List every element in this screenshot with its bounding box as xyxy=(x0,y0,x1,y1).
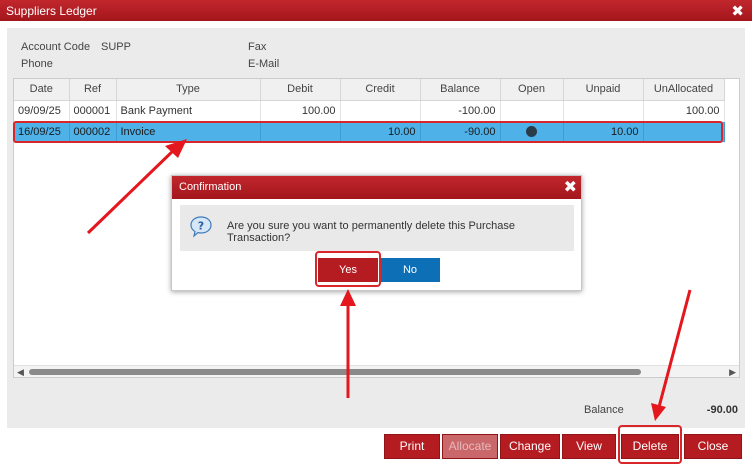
cell-ref: 000001 xyxy=(69,100,117,122)
column-header-date[interactable]: Date xyxy=(14,79,70,101)
table-row-selected[interactable]: 16/09/25 000002 Invoice 10.00 -90.00 10.… xyxy=(14,121,725,143)
cell-unpaid: 10.00 xyxy=(563,121,644,143)
cell-credit xyxy=(340,100,421,122)
column-header-unpaid[interactable]: Unpaid xyxy=(563,79,644,101)
close-button[interactable]: Close xyxy=(684,434,742,459)
cell-open xyxy=(500,121,564,143)
table-header-row: Date Ref Type Debit Credit Balance Open … xyxy=(14,79,725,101)
dialog-title: Confirmation xyxy=(179,181,242,193)
close-icon[interactable]: ✖ xyxy=(731,2,744,20)
yes-button[interactable]: Yes xyxy=(318,258,378,282)
window-title: Suppliers Ledger xyxy=(6,4,97,18)
dialog-message: Are you sure you want to permanently del… xyxy=(227,220,515,244)
delete-button[interactable]: Delete xyxy=(621,434,679,459)
cell-unallocated: 100.00 xyxy=(643,100,725,122)
cell-credit: 10.00 xyxy=(340,121,421,143)
no-button[interactable]: No xyxy=(380,258,440,282)
column-header-unallocated[interactable]: UnAllocated xyxy=(643,79,725,101)
email-label: E-Mail xyxy=(248,58,280,70)
table-row[interactable]: 09/09/25 000001 Bank Payment 100.00 -100… xyxy=(14,100,725,122)
dialog-header: Confirmation ✖ xyxy=(172,176,581,199)
cell-date: 09/09/25 xyxy=(14,100,70,122)
horizontal-scrollbar[interactable]: ◀ ▶ xyxy=(14,365,739,377)
print-button[interactable]: Print xyxy=(384,434,440,459)
account-code-value: SUPP xyxy=(101,41,131,53)
cell-open xyxy=(500,100,564,122)
column-header-debit[interactable]: Debit xyxy=(260,79,341,101)
column-header-credit[interactable]: Credit xyxy=(340,79,421,101)
cell-debit: 100.00 xyxy=(260,100,341,122)
cell-unallocated xyxy=(643,121,725,143)
balance-label: Balance xyxy=(584,404,624,416)
view-button[interactable]: View xyxy=(562,434,616,459)
dialog-close-icon[interactable]: ✖ xyxy=(564,177,577,197)
window-titlebar: Suppliers Ledger ✖ xyxy=(0,0,752,21)
account-code-label: Account Code xyxy=(21,41,91,53)
column-header-ref[interactable]: Ref xyxy=(69,79,117,101)
open-indicator-icon xyxy=(526,126,537,138)
cell-balance: -90.00 xyxy=(420,121,501,143)
column-header-type[interactable]: Type xyxy=(116,79,261,101)
cell-debit xyxy=(260,121,341,143)
balance-value: -90.00 xyxy=(706,404,738,416)
cell-balance: -100.00 xyxy=(420,100,501,122)
allocate-button[interactable]: Allocate xyxy=(442,434,498,459)
cell-type: Bank Payment xyxy=(116,100,261,122)
scroll-right-icon[interactable]: ▶ xyxy=(729,367,736,377)
fax-label: Fax xyxy=(248,41,267,53)
ledger-table: Date Ref Type Debit Credit Balance Open … xyxy=(14,79,725,143)
svg-text:?: ? xyxy=(198,220,204,233)
dialog-message-area: ? Are you sure you want to permanently d… xyxy=(180,205,574,251)
confirmation-dialog: Confirmation ✖ ? Are you sure you want t… xyxy=(171,175,582,291)
column-header-open[interactable]: Open xyxy=(500,79,564,101)
phone-label: Phone xyxy=(21,58,53,70)
scrollbar-thumb[interactable] xyxy=(29,369,641,375)
cell-type: Invoice xyxy=(116,121,261,143)
question-icon: ? xyxy=(190,216,212,238)
cell-ref: 000002 xyxy=(69,121,117,143)
change-button[interactable]: Change xyxy=(500,434,560,459)
cell-unpaid xyxy=(563,100,644,122)
scroll-left-icon[interactable]: ◀ xyxy=(17,367,24,377)
cell-date: 16/09/25 xyxy=(14,121,70,143)
column-header-balance[interactable]: Balance xyxy=(420,79,501,101)
